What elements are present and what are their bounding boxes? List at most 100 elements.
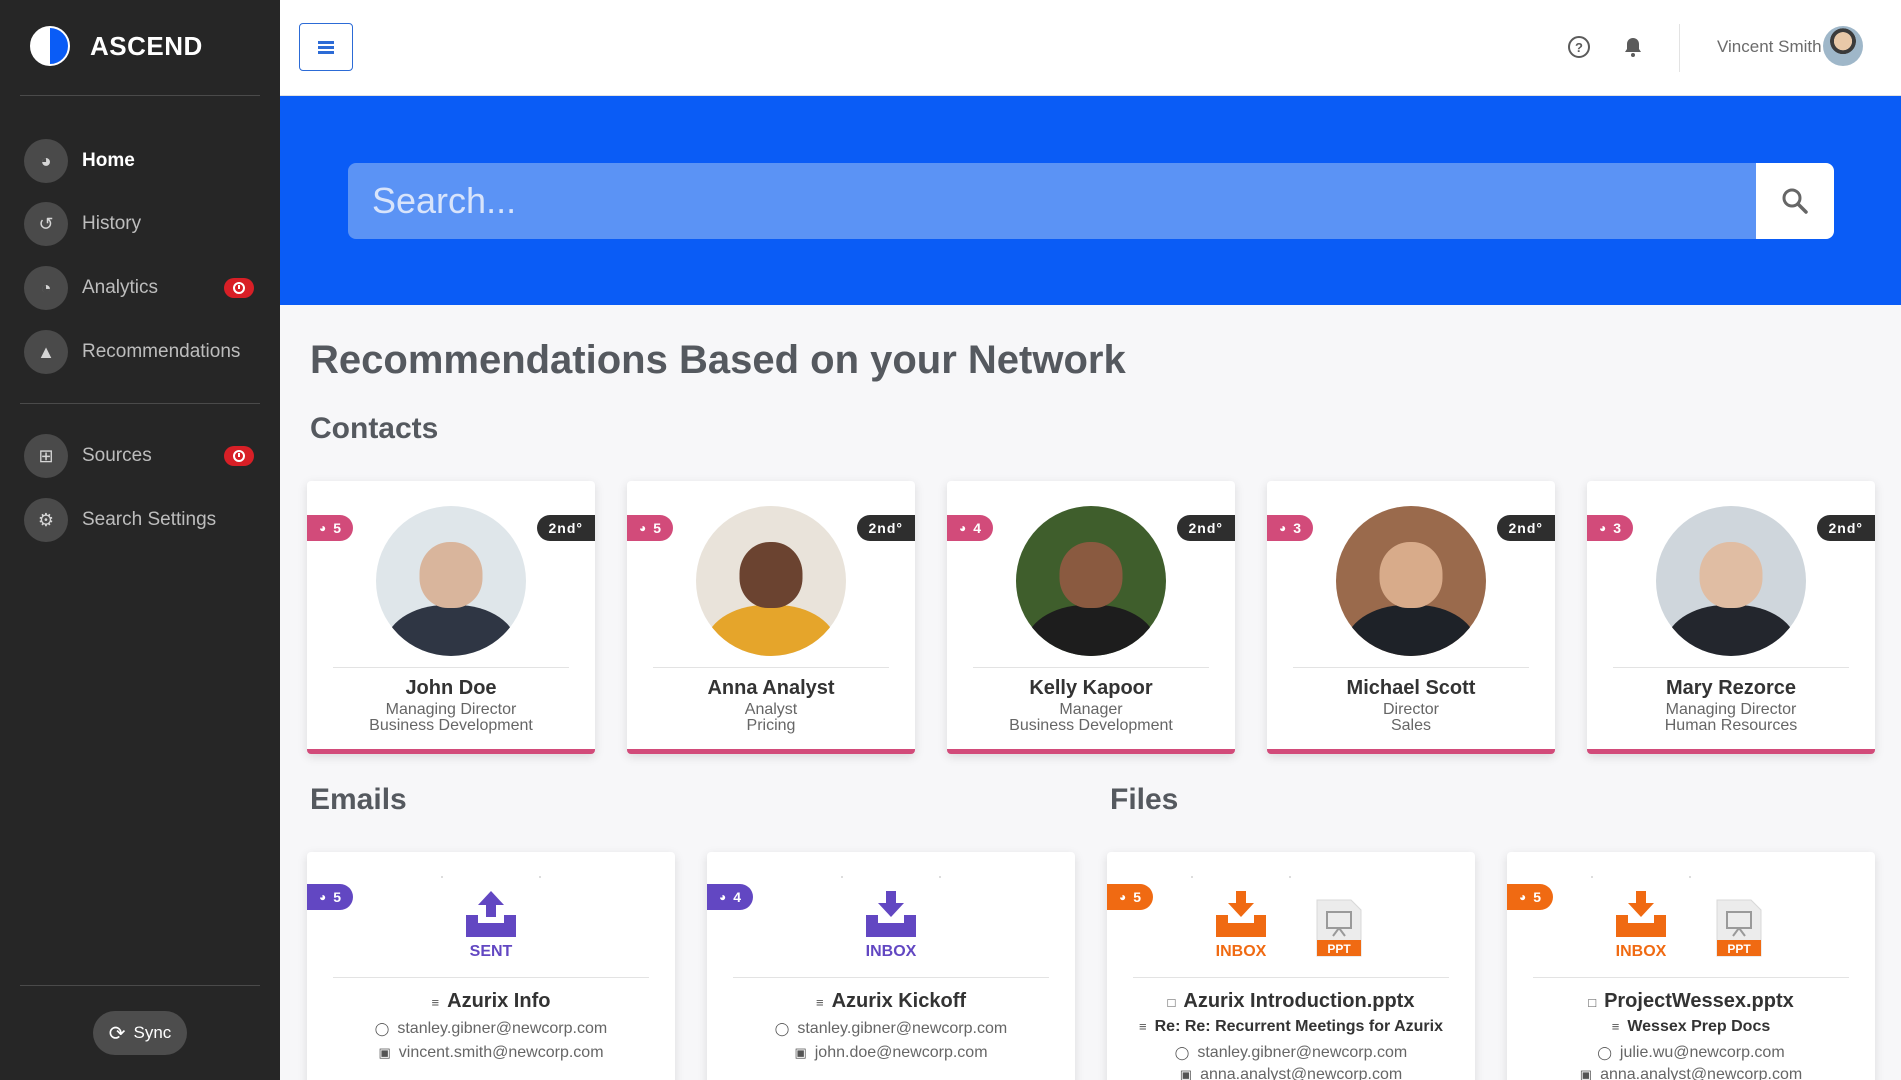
- email-subject: ≡ Azurix Info: [431, 990, 551, 1012]
- sidebar-divider: [20, 95, 260, 96]
- sidebar-item-sources[interactable]: ⊞ Sources: [24, 433, 256, 479]
- file-card[interactable]: ◕ 5 INBOX PPT □ Azurix Introduction.pptx ≡…: [1107, 852, 1475, 1080]
- contact-card[interactable]: ◕ 3 2nd° Mary Rezorce Managing Director H…: [1587, 481, 1875, 754]
- score-badge: ◕ 4: [707, 884, 754, 910]
- pie-chart-icon: ◔: [24, 266, 68, 310]
- card-divider: [333, 977, 649, 978]
- text-lines-icon: ≡: [815, 995, 824, 1010]
- gauge-icon: ◕: [959, 521, 967, 535]
- search-button[interactable]: [1756, 163, 1834, 239]
- card-divider: [1133, 977, 1449, 978]
- contact-department: Pricing: [746, 717, 796, 734]
- logo-icon: [30, 26, 70, 66]
- contact-card-icon: ▣: [378, 1045, 391, 1060]
- user-icon: ◯: [374, 1021, 390, 1036]
- thumbs-up-icon: ▲: [24, 330, 68, 374]
- contact-photo: [376, 506, 526, 656]
- email-card[interactable]: ◕ 4 INBOX ≡ Azurix Kickoff ◯ stanley.gibner…: [707, 852, 1075, 1080]
- box-label: SENT: [469, 943, 513, 960]
- score-badge: ◕ 5: [1507, 884, 1554, 910]
- grid-icon: ⊞: [24, 434, 68, 478]
- file-card[interactable]: ◕ 5 INBOX PPT □ ProjectWessex.pptx ≡ Wessex…: [1507, 852, 1875, 1080]
- files-section-title: Files: [1110, 783, 1179, 816]
- user-name[interactable]: Vincent Smith: [1717, 37, 1822, 57]
- text-lines-icon: ≡: [1139, 1019, 1147, 1034]
- contact-name: John Doe: [405, 677, 497, 699]
- cogs-icon: ⚙: [24, 498, 68, 542]
- search-input[interactable]: [348, 163, 1768, 239]
- sidebar-item-label: Recommendations: [82, 341, 241, 362]
- gauge-icon: ◕: [319, 890, 327, 904]
- app-logo[interactable]: ASCEND: [30, 26, 203, 66]
- email-subject: ≡ Azurix Kickoff: [815, 990, 967, 1012]
- card-divider: [1533, 977, 1849, 978]
- card-divider: [333, 667, 569, 668]
- sidebar-item-label: History: [82, 213, 142, 234]
- text-lines-icon: ≡: [431, 995, 440, 1010]
- degree-badge: 2nd°: [1176, 515, 1235, 541]
- sync-button[interactable]: ⟳ Sync: [93, 1011, 187, 1055]
- history-icon: ↺: [24, 202, 68, 246]
- help-icon[interactable]: ?: [1568, 36, 1590, 58]
- page-title: Recommendations Based on your Network: [310, 338, 1126, 382]
- user-avatar[interactable]: [1823, 26, 1863, 66]
- sidebar-item-search-settings[interactable]: ⚙ Search Settings: [24, 497, 256, 543]
- contact-photo: [1016, 506, 1166, 656]
- search-hero: [280, 96, 1901, 305]
- inbox-icon: INBOX: [863, 889, 919, 961]
- text-lines-icon: ≡: [1611, 1019, 1620, 1034]
- sidebar-item-home[interactable]: ◕ Home: [24, 138, 256, 184]
- box-label: INBOX: [1615, 943, 1667, 960]
- inbox-icon: INBOX: [1213, 889, 1269, 961]
- inbox-icon: INBOX: [1613, 889, 1669, 961]
- sidebar-item-analytics[interactable]: ◔ Analytics: [24, 265, 256, 311]
- sidebar-item-history[interactable]: ↺ History: [24, 201, 256, 247]
- score-badge: ◕ 5: [1107, 884, 1154, 910]
- card-decoration: [1591, 876, 1691, 878]
- sidebar-item-recommendations[interactable]: ▲ Recommendations: [24, 329, 256, 375]
- gauge-icon: ◕: [639, 521, 647, 535]
- app-name: ASCEND: [90, 30, 203, 61]
- top-bar: ? Vincent Smith: [280, 0, 1901, 96]
- contact-card[interactable]: ◕ 3 2nd° Michael Scott Director Sales: [1267, 481, 1555, 754]
- contact-department: Business Development: [369, 717, 533, 734]
- contacts-section-title: Contacts: [310, 412, 439, 445]
- contact-card[interactable]: ◕ 4 2nd° Kelly Kapoor Manager Business De…: [947, 481, 1235, 754]
- card-decoration: [841, 876, 941, 878]
- sidebar-divider: [20, 403, 260, 404]
- email-recipient: ▣ vincent.smith@newcorp.com: [378, 1044, 604, 1061]
- file-name: □ Azurix Introduction.pptx: [1167, 990, 1415, 1012]
- contact-name: Kelly Kapoor: [1029, 677, 1153, 699]
- bell-icon[interactable]: [1622, 36, 1644, 58]
- sync-label: Sync: [133, 1023, 172, 1042]
- topbar-divider: [1679, 24, 1680, 72]
- sidebar-item-label: Search Settings: [82, 509, 217, 530]
- contact-name: Mary Rezorce: [1665, 677, 1797, 699]
- menu-toggle-button[interactable]: [299, 23, 353, 71]
- card-decoration: [441, 876, 541, 878]
- search-icon: [1782, 188, 1808, 214]
- score-badge: ◕ 5: [307, 515, 354, 541]
- contact-card[interactable]: ◕ 5 2nd° Anna Analyst Analyst Pricing: [627, 481, 915, 754]
- sidebar-item-label: Sources: [82, 445, 152, 466]
- gauge-icon: ◕: [1599, 521, 1607, 535]
- email-card[interactable]: ◕ 5 SENT ≡ Azurix Info ◯ stanley.gibner@new…: [307, 852, 675, 1080]
- contact-card[interactable]: ◕ 5 2nd° John Doe Managing Director Busin…: [307, 481, 595, 754]
- card-divider: [733, 977, 1049, 978]
- contact-photo: [1656, 506, 1806, 656]
- degree-badge: 2nd°: [1496, 515, 1555, 541]
- card-divider: [1613, 667, 1849, 668]
- contact-department: Sales: [1390, 717, 1432, 734]
- clock-badge-icon: [224, 446, 254, 466]
- ppt-file-icon: PPT: [1316, 899, 1362, 957]
- gauge-icon: ◕: [319, 521, 327, 535]
- contact-name: Michael Scott: [1346, 677, 1476, 699]
- score-badge: ◕ 5: [627, 515, 674, 541]
- score-badge: ◕ 3: [1267, 515, 1314, 541]
- score-badge: ◕ 5: [307, 884, 354, 910]
- score-badge: ◕ 4: [947, 515, 994, 541]
- degree-badge: 2nd°: [1816, 515, 1875, 541]
- file-email-subject: ≡ Wessex Prep Docs: [1611, 1018, 1771, 1035]
- file-icon: □: [1588, 995, 1597, 1010]
- box-label: INBOX: [865, 943, 917, 960]
